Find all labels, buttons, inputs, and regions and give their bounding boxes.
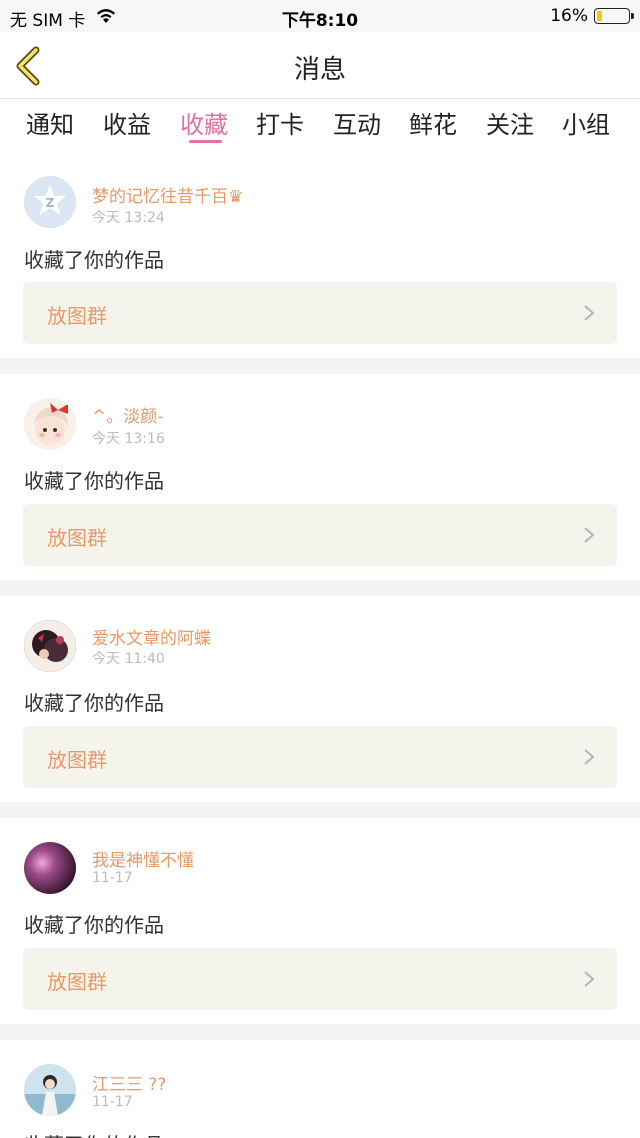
chevron-right-icon [584, 527, 595, 543]
divider [0, 802, 640, 818]
timestamp: 今天 13:24 [92, 210, 165, 226]
work-link[interactable]: 放图群 [23, 726, 617, 788]
battery-percent: 16% [550, 6, 588, 26]
status-right: 16% [550, 6, 634, 26]
divider [0, 1024, 640, 1040]
tab-groups[interactable]: 小组 [562, 105, 610, 140]
chevron-right-icon [584, 305, 595, 321]
avatar[interactable]: Z [24, 176, 76, 228]
user-name[interactable]: 江三三 ?? [92, 1070, 166, 1095]
user-avatar-icon [24, 842, 76, 894]
divider [0, 358, 640, 374]
timestamp: 今天 13:16 [92, 431, 165, 447]
user-name[interactable]: 梦的记忆往昔千百♛ [92, 182, 243, 207]
avatar[interactable] [24, 620, 76, 672]
action-text: 收藏了你的作品 [24, 248, 164, 272]
svg-text:Z: Z [46, 196, 55, 210]
timestamp: 11-17 [92, 870, 133, 886]
tab-interaction[interactable]: 互动 [333, 105, 381, 140]
user-avatar-icon [24, 398, 76, 450]
work-title: 放图群 [47, 304, 107, 328]
user-name[interactable]: 我是神懂不懂 [92, 846, 194, 871]
default-avatar-icon: Z [24, 176, 76, 228]
avatar[interactable] [24, 842, 76, 894]
action-text: 收藏了你的作品 [24, 913, 164, 937]
user-avatar-icon [24, 1064, 76, 1116]
work-link[interactable]: 放图群 [23, 504, 617, 566]
list-item: Z 梦的记忆往昔千百♛ 今天 13:24 收藏了你的作品 放图群 [0, 158, 640, 358]
list-item: ^。淡颜- 今天 13:16 收藏了你的作品 放图群 [0, 374, 640, 580]
work-title: 放图群 [47, 526, 107, 550]
page-title: 消息 [293, 55, 346, 85]
tab-checkin[interactable]: 打卡 [256, 105, 304, 140]
list-item: 我是神懂不懂 11-17 收藏了你的作品 放图群 [0, 818, 640, 1024]
tab-notification[interactable]: 通知 [26, 105, 74, 140]
nav-header: 消息 [0, 32, 640, 99]
user-name[interactable]: 爱水文章的阿蝶 [92, 624, 211, 649]
timestamp: 11-17 [92, 1094, 133, 1110]
divider [0, 580, 640, 596]
chevron-right-icon [584, 749, 595, 765]
work-link[interactable]: 放图群 [23, 948, 617, 1010]
action-text: 收藏了你的作品 [24, 469, 164, 493]
status-bar: 无 SIM 卡 下午8:10 16% [0, 0, 640, 32]
avatar[interactable] [24, 1064, 76, 1116]
timestamp: 今天 11:40 [92, 651, 165, 667]
work-title: 放图群 [47, 748, 107, 772]
tab-follow[interactable]: 关注 [486, 105, 534, 140]
work-link[interactable]: 放图群 [23, 282, 617, 344]
user-name[interactable]: ^。淡颜- [92, 402, 163, 427]
status-time: 下午8:10 [281, 11, 359, 31]
tab-bar: 通知 收益 收藏 打卡 互动 鲜花 关注 小组 [0, 99, 640, 149]
work-title: 放图群 [47, 970, 107, 994]
user-avatar-icon [24, 620, 76, 672]
tab-favorites[interactable]: 收藏 [180, 105, 228, 140]
active-tab-indicator [189, 140, 222, 143]
list-item: 爱水文章的阿蝶 今天 11:40 收藏了你的作品 放图群 [0, 596, 640, 802]
action-text: 收藏了你的作品 [24, 691, 164, 715]
tab-flowers[interactable]: 鲜花 [409, 105, 457, 140]
action-text: 收藏了你的作品 [24, 1129, 164, 1138]
tab-earnings[interactable]: 收益 [103, 105, 151, 140]
battery-icon [594, 8, 634, 24]
avatar[interactable] [24, 398, 76, 450]
list-item: 江三三 ?? 11-17 收藏了你的作品 [0, 1040, 640, 1138]
chevron-right-icon [584, 971, 595, 987]
